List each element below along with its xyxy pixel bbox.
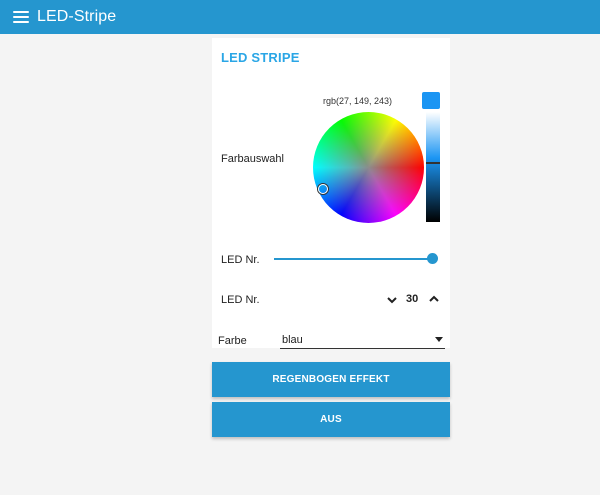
app-bar: LED-Stripe (0, 0, 600, 34)
led-number-value: 30 (406, 293, 419, 305)
color-wheel[interactable] (313, 112, 424, 223)
app-title: LED-Stripe (37, 8, 117, 25)
off-button[interactable]: AUS (212, 402, 450, 437)
brightness-slider-handle[interactable] (426, 162, 440, 164)
led-slider-track[interactable] (274, 258, 434, 260)
rainbow-effect-button[interactable]: REGENBOGEN EFFEKT (212, 362, 450, 397)
color-picker-label: Farbauswahl (221, 153, 284, 165)
selected-color-swatch[interactable] (422, 92, 440, 109)
color-dropdown[interactable]: blau (280, 330, 445, 349)
led-slider-thumb[interactable] (427, 253, 438, 264)
led-stripe-card: LED STRIPE Farbauswahl rgb(27, 149, 243)… (212, 38, 450, 348)
color-dropdown-label: Farbe (218, 335, 247, 347)
color-wheel-handle[interactable] (318, 184, 328, 194)
increment-chevron-up-icon[interactable] (428, 293, 440, 305)
rgb-readout: rgb(27, 149, 243) (323, 96, 393, 106)
led-number-label: LED Nr. (221, 294, 260, 306)
caret-down-icon (435, 337, 443, 342)
decrement-chevron-down-icon[interactable] (386, 294, 398, 306)
menu-icon[interactable] (13, 11, 29, 23)
color-dropdown-value: blau (282, 334, 303, 346)
card-title: LED STRIPE (221, 50, 300, 65)
brightness-slider[interactable] (426, 112, 440, 222)
led-slider-label: LED Nr. (221, 254, 260, 266)
